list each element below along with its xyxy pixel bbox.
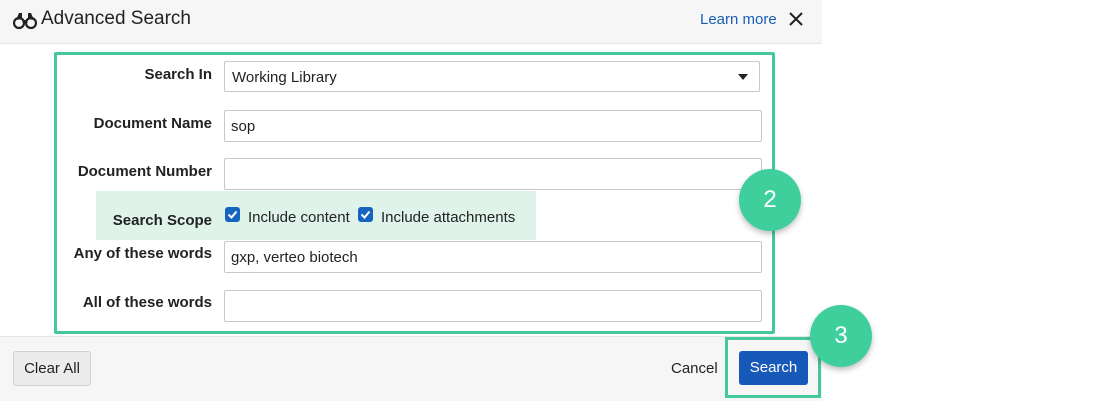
clear-all-button[interactable]: Clear All [13,351,91,386]
search-button-highlight-frame [725,337,821,398]
dialog-header: Advanced Search Learn more [0,0,822,44]
step-3-badge: 3 [810,305,872,367]
dialog-title: Advanced Search [41,8,191,29]
cancel-button[interactable]: Cancel [671,360,718,377]
close-icon[interactable] [787,10,805,28]
form-highlight-frame [54,52,775,334]
step-2-badge: 2 [739,169,801,231]
learn-more-link[interactable]: Learn more [700,11,777,28]
binoculars-icon [13,13,37,30]
